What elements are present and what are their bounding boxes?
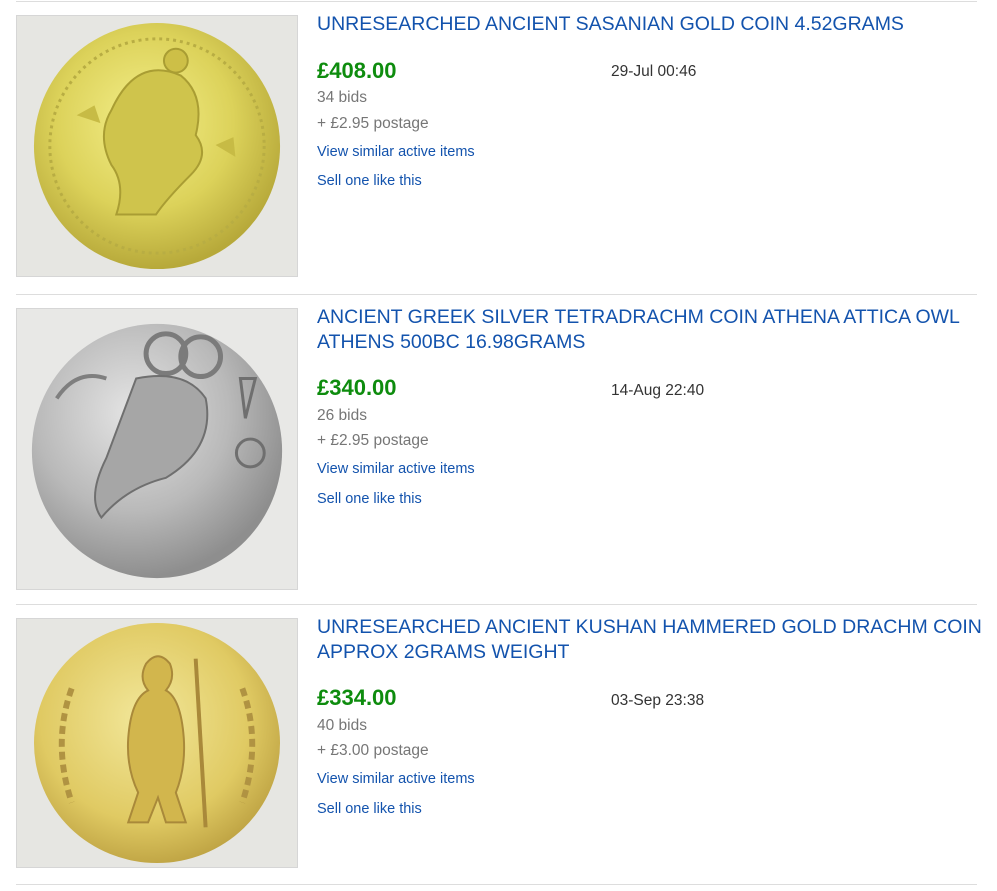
listing-thumbnail[interactable] bbox=[16, 618, 298, 868]
silver-coin-image bbox=[17, 309, 297, 589]
listing-price: £408.00 bbox=[317, 58, 397, 83]
listing-thumbnail[interactable] bbox=[16, 15, 298, 277]
listing-title-link[interactable]: ANCIENT GREEK SILVER TETRADRACHM COIN AT… bbox=[317, 305, 982, 355]
listing-end-date: 03-Sep 23:38 bbox=[611, 692, 705, 709]
divider-bottom bbox=[16, 884, 977, 885]
listing-item: UNRESEARCHED ANCIENT KUSHAN HAMMERED GOL… bbox=[0, 605, 997, 883]
view-similar-link[interactable]: View similar active items bbox=[317, 142, 475, 162]
listing-item: ANCIENT GREEK SILVER TETRADRACHM COIN AT… bbox=[0, 295, 997, 603]
listing-thumbnail[interactable] bbox=[16, 308, 298, 590]
listing-title-link[interactable]: UNRESEARCHED ANCIENT SASANIAN GOLD COIN … bbox=[317, 12, 982, 37]
listing-title-link[interactable]: UNRESEARCHED ANCIENT KUSHAN HAMMERED GOL… bbox=[317, 615, 982, 665]
sell-one-like-this-link[interactable]: Sell one like this bbox=[317, 799, 422, 819]
gold-coin-image bbox=[17, 16, 297, 276]
gold-drachm-image bbox=[17, 619, 297, 867]
listing-bid-count: 26 bids bbox=[317, 407, 367, 424]
listing-item: UNRESEARCHED ANCIENT SASANIAN GOLD COIN … bbox=[0, 0, 997, 293]
listing-postage: + £2.95 postage bbox=[317, 115, 429, 132]
listing-postage: + £3.00 postage bbox=[317, 742, 429, 759]
listing-bid-count: 40 bids bbox=[317, 717, 367, 734]
listing-postage: + £2.95 postage bbox=[317, 432, 429, 449]
listing-end-date: 14-Aug 22:40 bbox=[611, 382, 705, 399]
listing-price: £340.00 bbox=[317, 375, 397, 400]
listing-bid-count: 34 bids bbox=[317, 89, 367, 106]
sell-one-like-this-link[interactable]: Sell one like this bbox=[317, 171, 422, 191]
view-similar-link[interactable]: View similar active items bbox=[317, 769, 475, 789]
sell-one-like-this-link[interactable]: Sell one like this bbox=[317, 489, 422, 509]
listing-end-date: 29-Jul 00:46 bbox=[611, 63, 697, 80]
view-similar-link[interactable]: View similar active items bbox=[317, 459, 475, 479]
listing-price: £334.00 bbox=[317, 685, 397, 710]
